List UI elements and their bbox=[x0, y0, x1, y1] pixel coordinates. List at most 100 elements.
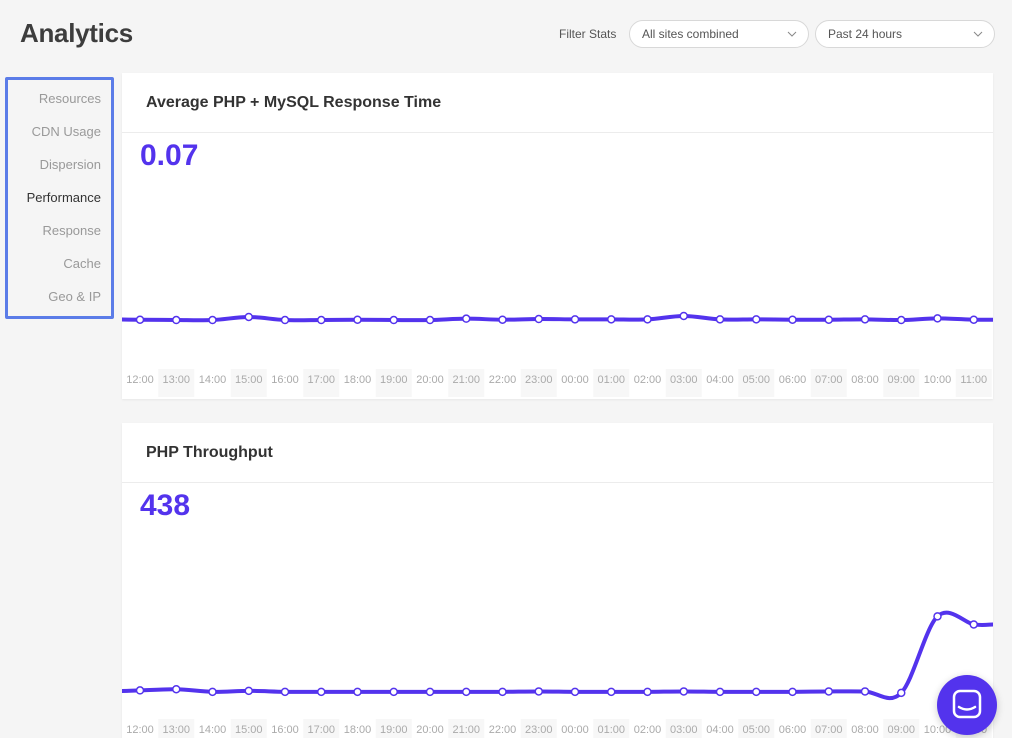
x-tick-label: 01:00 bbox=[597, 724, 625, 736]
period-select[interactable]: Past 24 hours bbox=[815, 20, 995, 48]
x-tick-label: 20:00 bbox=[416, 724, 444, 736]
data-point[interactable] bbox=[679, 311, 688, 321]
data-point[interactable] bbox=[824, 687, 833, 696]
data-point[interactable] bbox=[389, 315, 398, 325]
data-point[interactable] bbox=[607, 687, 616, 697]
chat-button[interactable] bbox=[937, 675, 997, 735]
x-tick-label: 14:00 bbox=[199, 724, 227, 736]
data-point[interactable] bbox=[135, 315, 145, 324]
data-point[interactable] bbox=[824, 315, 833, 324]
data-point[interactable] bbox=[860, 687, 870, 696]
data-point[interactable] bbox=[534, 687, 543, 696]
data-point[interactable] bbox=[752, 315, 761, 324]
x-tick-label: 00:00 bbox=[561, 724, 589, 736]
x-tick-label: 12:00 bbox=[126, 374, 154, 386]
sites-select-value: All sites combined bbox=[642, 27, 739, 41]
x-tick-label: 22:00 bbox=[489, 374, 517, 386]
data-point[interactable] bbox=[353, 315, 362, 324]
x-tick-label: 21:00 bbox=[452, 374, 480, 386]
data-point[interactable] bbox=[498, 315, 507, 324]
x-tick-label: 13:00 bbox=[162, 374, 190, 386]
x-tick-label: 14:00 bbox=[199, 374, 227, 386]
x-tick-label: 00:00 bbox=[561, 374, 589, 386]
sidebar-item-performance[interactable]: Performance bbox=[8, 181, 111, 214]
response-time-card: Average PHP + MySQL Response Time 0.07 1… bbox=[122, 73, 993, 399]
x-tick-label: 11:00 bbox=[960, 374, 987, 386]
data-point[interactable] bbox=[607, 315, 616, 324]
x-tick-label: 15:00 bbox=[235, 724, 263, 736]
chevron-down-icon bbox=[973, 31, 983, 37]
x-tick-label: 17:00 bbox=[307, 374, 335, 386]
x-tick-label: 18:00 bbox=[344, 374, 372, 386]
data-point[interactable] bbox=[643, 315, 652, 324]
x-tick-label: 07:00 bbox=[815, 374, 843, 386]
data-point[interactable] bbox=[172, 684, 181, 694]
data-point[interactable] bbox=[788, 315, 797, 324]
sidebar-item-cache[interactable]: Cache bbox=[8, 247, 111, 280]
sidebar-item-cdn-usage[interactable]: CDN Usage bbox=[8, 115, 111, 148]
data-point[interactable] bbox=[462, 687, 471, 697]
x-tick-label: 23:00 bbox=[525, 724, 553, 736]
data-point[interactable] bbox=[679, 687, 688, 696]
data-point[interactable] bbox=[715, 315, 725, 324]
x-tick-label: 18:00 bbox=[344, 724, 372, 736]
data-point[interactable] bbox=[534, 314, 543, 324]
x-tick-label: 08:00 bbox=[851, 374, 879, 386]
x-tick-label: 06:00 bbox=[779, 374, 807, 386]
data-point[interactable] bbox=[897, 315, 906, 325]
data-point[interactable] bbox=[317, 687, 326, 697]
sidebar-item-response[interactable]: Response bbox=[8, 214, 111, 247]
data-point[interactable] bbox=[752, 687, 761, 697]
data-point[interactable] bbox=[933, 612, 942, 621]
x-tick-label: 12:00 bbox=[126, 724, 154, 736]
data-point[interactable] bbox=[317, 315, 326, 325]
data-point[interactable] bbox=[715, 687, 725, 697]
filter-stats-label: Filter Stats bbox=[559, 27, 617, 41]
data-point[interactable] bbox=[933, 314, 942, 323]
x-tick-label: 19:00 bbox=[380, 724, 408, 736]
data-point[interactable] bbox=[788, 687, 797, 697]
data-point[interactable] bbox=[643, 687, 652, 697]
data-point[interactable] bbox=[969, 315, 978, 324]
data-point[interactable] bbox=[244, 686, 253, 696]
sidebar-item-geo-ip[interactable]: Geo & IP bbox=[8, 280, 111, 313]
chevron-down-icon bbox=[787, 31, 797, 37]
analytics-sidebar: Resources CDN Usage Dispersion Performan… bbox=[5, 77, 114, 319]
x-tick-label: 06:00 bbox=[779, 724, 807, 736]
x-tick-label: 03:00 bbox=[670, 374, 698, 386]
data-point[interactable] bbox=[897, 688, 906, 698]
data-point[interactable] bbox=[172, 315, 181, 325]
data-point[interactable] bbox=[389, 687, 398, 697]
data-point[interactable] bbox=[208, 687, 217, 697]
data-point[interactable] bbox=[425, 315, 435, 325]
data-point[interactable] bbox=[280, 687, 290, 697]
x-tick-label: 01:00 bbox=[597, 374, 625, 386]
data-point[interactable] bbox=[498, 687, 507, 697]
sidebar-item-resources[interactable]: Resources bbox=[8, 82, 111, 115]
series-line bbox=[122, 610, 993, 700]
data-point[interactable] bbox=[969, 620, 978, 629]
data-point[interactable] bbox=[425, 687, 435, 697]
data-point[interactable] bbox=[570, 687, 580, 697]
data-point[interactable] bbox=[860, 315, 870, 324]
data-point[interactable] bbox=[208, 315, 217, 325]
data-point[interactable] bbox=[570, 315, 580, 324]
sidebar-item-dispersion[interactable]: Dispersion bbox=[8, 148, 111, 181]
x-tick-label: 09:00 bbox=[887, 724, 915, 736]
sidebar-list: Resources CDN Usage Dispersion Performan… bbox=[8, 80, 111, 313]
data-point[interactable] bbox=[280, 315, 290, 325]
x-tick-label: 03:00 bbox=[670, 724, 698, 736]
x-tick-label: 13:00 bbox=[162, 724, 190, 736]
data-point[interactable] bbox=[353, 687, 362, 697]
data-point[interactable] bbox=[244, 312, 253, 322]
x-tick-label: 16:00 bbox=[271, 374, 299, 386]
x-tick-label: 09:00 bbox=[887, 374, 915, 386]
data-point[interactable] bbox=[462, 314, 471, 323]
x-tick-label: 15:00 bbox=[235, 374, 263, 386]
x-tick-label: 08:00 bbox=[851, 724, 879, 736]
x-tick-label: 16:00 bbox=[271, 724, 299, 736]
x-tick-label: 22:00 bbox=[489, 724, 517, 736]
x-tick-label: 21:00 bbox=[452, 724, 480, 736]
data-point[interactable] bbox=[135, 686, 145, 695]
sites-select[interactable]: All sites combined bbox=[629, 20, 809, 48]
